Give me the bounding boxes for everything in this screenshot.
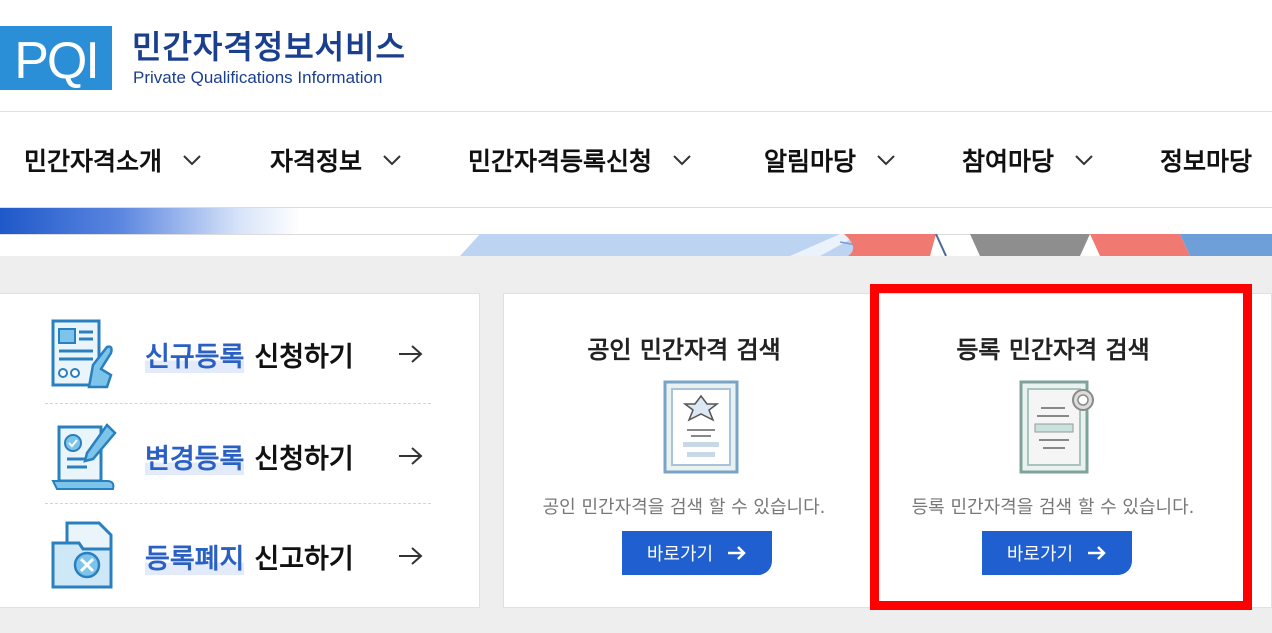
registered-search-title: 등록 민간자격 검색 — [956, 336, 1150, 364]
nav-item-registration-apply[interactable]: 민간자격등록신청 — [468, 112, 692, 208]
registered-search-description: 등록 민간자격을 검색 할 수 있습니다. — [911, 497, 1195, 518]
nav-item-label: 민간자격소개 — [24, 147, 163, 176]
site-header: PQI 민간자격정보서비스 Private Qualifications Inf… — [0, 0, 1272, 112]
search-panel: 공인 민간자격 검색 공인 민간자격을 검색 할 수 있습니다. 바로가기 등록… — [503, 293, 1272, 608]
arrow-right-icon — [399, 345, 423, 363]
chevron-down-icon — [383, 155, 401, 166]
reg-highlight-text: 등록폐지 — [145, 543, 245, 575]
arrow-right-icon — [399, 547, 423, 565]
arrow-right-icon — [728, 546, 746, 560]
banner-gradient — [0, 208, 300, 234]
nav-item-information[interactable]: 정보마당 — [1160, 112, 1252, 208]
reg-action-text: 신고하기 — [254, 543, 354, 575]
site-title[interactable]: 민간자격정보서비스 — [132, 22, 406, 68]
nav-item-label: 정보마당 — [1160, 147, 1253, 176]
change-registration-label: 변경등록 신청하기 — [145, 437, 354, 476]
chevron-down-icon — [183, 155, 201, 166]
registration-panel: 신규등록 신청하기 변경등록 신청하기 등록폐지 신고하기 — [0, 293, 480, 608]
nav-item-participation[interactable]: 참여마당 — [962, 112, 1094, 208]
nav-item-label: 알림마당 — [764, 147, 857, 176]
chevron-down-icon — [877, 155, 895, 166]
registered-search-go-button[interactable]: 바로가기 — [982, 531, 1132, 575]
svg-text:PQI: PQI — [14, 32, 98, 90]
pqi-logo-icon[interactable]: PQI — [0, 26, 112, 90]
go-button-label: 바로가기 — [646, 544, 714, 565]
nav-item-label: 참여마당 — [962, 147, 1055, 176]
arrow-right-icon — [1088, 546, 1106, 560]
registered-qualification-search: 등록 민간자격 검색 등록 민간자격을 검색 할 수 있습니다. 바로가기 — [873, 294, 1233, 609]
row-divider — [45, 403, 431, 404]
hero-banner — [0, 208, 1272, 256]
nav-item-label: 민간자격등록신청 — [468, 147, 653, 176]
public-search-title: 공인 민간자격 검색 — [587, 336, 781, 364]
reg-action-text: 신청하기 — [254, 341, 354, 373]
banner-illustration — [460, 234, 1272, 256]
arrow-right-icon — [399, 447, 423, 465]
chevron-down-icon — [1075, 155, 1093, 166]
reg-highlight-text: 신규등록 — [145, 341, 245, 373]
chevron-down-icon — [673, 155, 691, 166]
change-registration-link[interactable]: 변경등록 신청하기 — [45, 406, 431, 506]
reg-highlight-text: 변경등록 — [145, 443, 245, 475]
new-registration-form-icon — [51, 319, 113, 389]
cancel-registration-link[interactable]: 등록폐지 신고하기 — [45, 506, 431, 606]
bottom-divider — [0, 629, 1272, 633]
registration-cancel-icon — [51, 521, 113, 589]
public-search-description: 공인 민간자격을 검색 할 수 있습니다. — [542, 497, 826, 518]
nav-item-label: 자격정보 — [270, 147, 363, 176]
new-registration-label: 신규등록 신청하기 — [145, 335, 354, 374]
public-qualification-search: 공인 민간자격 검색 공인 민간자격을 검색 할 수 있습니다. 바로가기 — [504, 294, 864, 609]
change-registration-icon — [51, 423, 117, 490]
certificate-icon — [663, 380, 739, 474]
public-search-go-button[interactable]: 바로가기 — [622, 531, 772, 575]
certificate-seal-icon — [1019, 380, 1094, 474]
row-divider — [45, 503, 431, 504]
cancel-registration-label: 등록폐지 신고하기 — [145, 537, 354, 576]
go-button-label: 바로가기 — [1006, 544, 1074, 565]
site-subtitle: Private Qualifications Information — [133, 68, 383, 87]
nav-item-notices[interactable]: 알림마당 — [764, 112, 896, 208]
new-registration-link[interactable]: 신규등록 신청하기 — [45, 304, 431, 404]
nav-item-intro[interactable]: 민간자격소개 — [24, 112, 202, 208]
quick-menu-area: 신규등록 신청하기 변경등록 신청하기 등록폐지 신고하기 공인 민간자격 검색… — [0, 256, 1272, 633]
reg-action-text: 신청하기 — [254, 443, 354, 475]
nav-item-qualification-info[interactable]: 자격정보 — [270, 112, 402, 208]
main-nav: 민간자격소개 자격정보 민간자격등록신청 알림마당 참여마당 정보마당 — [0, 112, 1272, 208]
